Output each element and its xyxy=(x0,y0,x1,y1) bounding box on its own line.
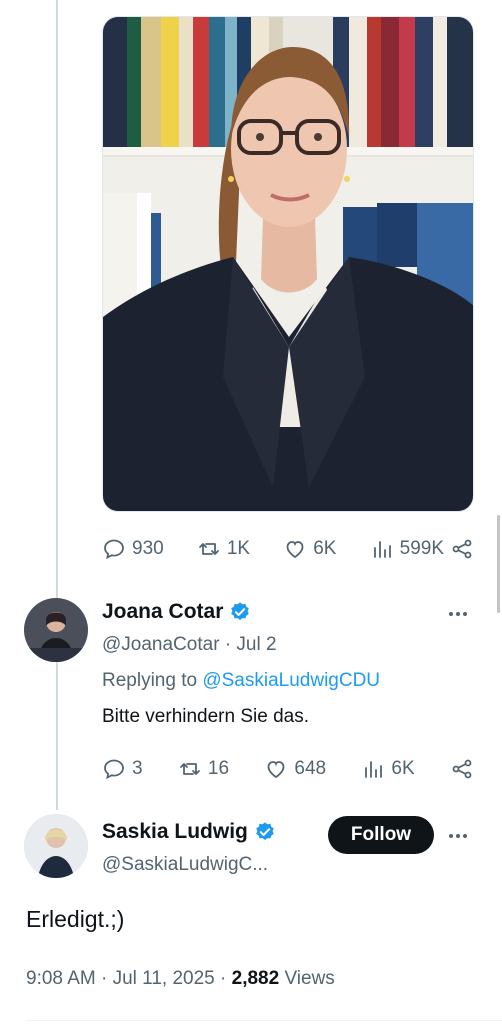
scrollbar[interactable] xyxy=(497,515,500,613)
reply-text: Bitte verhindern Sie das. xyxy=(102,706,310,727)
tweet-date[interactable]: Jul 2 xyxy=(236,634,276,655)
avatar-image xyxy=(24,814,88,878)
quoted-tweet-actions: 930 1K 6K 599K xyxy=(102,532,474,566)
divider xyxy=(26,1020,502,1021)
follow-button[interactable]: Follow xyxy=(328,816,434,854)
separator-dot: · xyxy=(220,968,232,989)
tweet-time[interactable]: 9:08 AM xyxy=(26,968,96,989)
avatar-image xyxy=(24,598,88,662)
replying-to: Replying to @SaskiaLudwigCDU xyxy=(102,670,380,692)
tweet-photo[interactable] xyxy=(102,16,474,512)
more-options-icon[interactable] xyxy=(444,824,472,848)
like-action[interactable]: 648 xyxy=(264,757,326,781)
repost-icon xyxy=(198,543,219,555)
reply-action[interactable]: 3 xyxy=(102,757,143,781)
separator-dot: · xyxy=(101,968,113,989)
views-action[interactable]: 6K xyxy=(361,757,415,781)
views-label: Views xyxy=(284,968,335,989)
tweet-date[interactable]: Jul 11, 2025 xyxy=(113,968,215,989)
repost-action[interactable]: 1K xyxy=(197,537,250,561)
reply-count: 3 xyxy=(132,758,143,779)
views-icon xyxy=(365,761,383,778)
reply-icon xyxy=(104,759,124,780)
author-handle-line: @JoanaCotar · Jul 2 xyxy=(102,634,277,656)
heart-icon xyxy=(286,541,304,559)
heart-icon xyxy=(267,761,285,779)
views-icon xyxy=(373,541,391,558)
reply-actions: 3 16 648 6K xyxy=(102,752,474,786)
views-count: 2,882 xyxy=(231,968,280,989)
avatar[interactable] xyxy=(24,598,88,662)
like-count: 648 xyxy=(294,758,327,779)
replying-prefix: Replying to xyxy=(102,670,198,691)
verified-badge-icon xyxy=(229,601,251,623)
repost-icon xyxy=(180,763,200,775)
reply-count: 930 xyxy=(132,538,164,559)
thread-line xyxy=(56,660,58,810)
portrait-photo xyxy=(103,17,473,511)
repost-count: 16 xyxy=(207,758,230,779)
tweet-text: Erledigt.;) xyxy=(26,906,125,932)
author-handle[interactable]: @JoanaCotar xyxy=(102,634,220,655)
author-name[interactable]: Joana Cotar xyxy=(102,600,223,624)
reply-author-row: Joana Cotar xyxy=(102,600,251,624)
like-action[interactable]: 6K xyxy=(283,537,336,561)
repost-action[interactable]: 16 xyxy=(178,757,229,781)
views-count: 599K xyxy=(399,538,444,559)
avatar[interactable] xyxy=(24,814,88,878)
views-action[interactable]: 599K xyxy=(370,537,474,561)
tweet-meta: 9:08 AM · Jul 11, 2025 · 2,882 Views xyxy=(26,968,335,990)
views-count: 6K xyxy=(391,758,415,779)
reply-icon xyxy=(104,539,124,560)
like-count: 6K xyxy=(313,538,337,559)
replying-to-link[interactable]: @SaskiaLudwigCDU xyxy=(202,670,380,691)
separator-dot: · xyxy=(224,634,237,655)
thread-line xyxy=(56,0,58,600)
reply-action[interactable]: 930 xyxy=(102,537,164,561)
author-handle[interactable]: @SaskiaLudwigC... xyxy=(102,854,268,876)
share-icon xyxy=(452,759,472,779)
share-icon[interactable] xyxy=(450,537,474,561)
share-action[interactable] xyxy=(450,757,474,781)
author-name[interactable]: Saskia Ludwig xyxy=(102,820,248,844)
repost-count: 1K xyxy=(226,538,251,559)
more-options-icon[interactable] xyxy=(444,602,472,626)
verified-badge-icon xyxy=(254,821,276,843)
main-author-row: Saskia Ludwig xyxy=(102,820,276,844)
